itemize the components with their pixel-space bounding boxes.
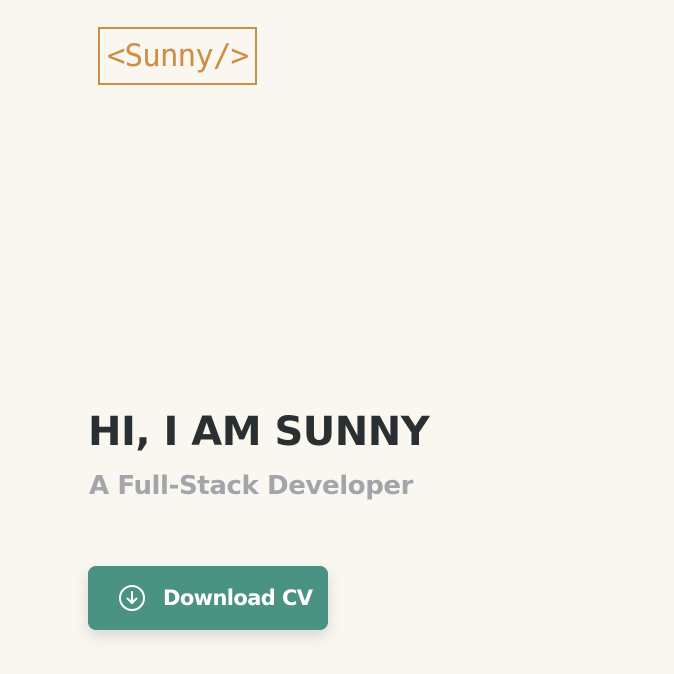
hero-title: HI, I AM SUNNY (88, 409, 430, 455)
portfolio-page: <Sunny/> HI, I AM SUNNY A Full-Stack Dev… (0, 0, 674, 674)
download-cv-label: Download CV (163, 585, 313, 610)
hero-subtitle: A Full-Stack Developer (89, 471, 414, 501)
site-logo[interactable]: <Sunny/> (98, 27, 257, 85)
logo-text: <Sunny/> (106, 37, 249, 74)
download-cv-button[interactable]: Download CV (88, 566, 328, 630)
download-circle-icon (118, 584, 146, 612)
